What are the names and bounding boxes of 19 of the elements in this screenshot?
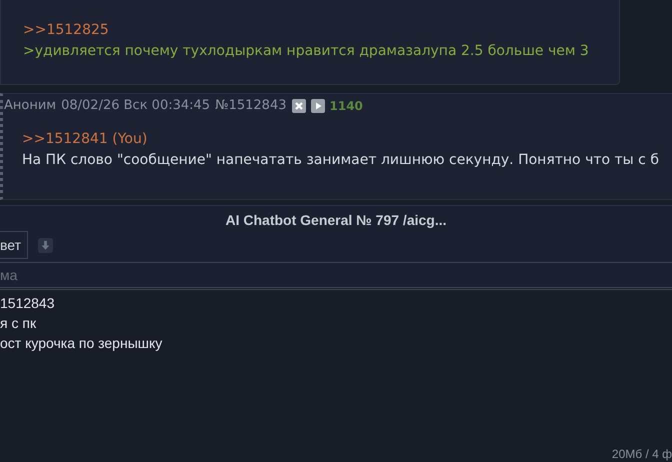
message-text: я с пк bbox=[0, 314, 38, 333]
post-number[interactable]: №1512843 bbox=[215, 98, 286, 113]
post-author: Аноним bbox=[4, 98, 56, 113]
subject-field[interactable]: ма bbox=[0, 262, 672, 290]
play-icon[interactable] bbox=[310, 98, 324, 112]
close-icon[interactable] bbox=[292, 98, 306, 112]
form-title: AI Chatbot General № 797 /aicg... bbox=[224, 211, 448, 228]
message-field[interactable]: 1512843 я с пк ост курочка по зернышку 20Мб / 4 ф bbox=[0, 290, 672, 462]
message-text: ост курочка по зернышку bbox=[0, 334, 164, 353]
message-text: 1512843 bbox=[0, 294, 56, 313]
post-date: 08/02/26 Вск 00:34:45 bbox=[61, 98, 210, 113]
reply-button[interactable]: вет bbox=[0, 231, 28, 259]
reply-link[interactable]: >>1512825 bbox=[23, 20, 109, 41]
post-count: 1140 bbox=[330, 98, 363, 112]
quote-text: >удивляется почему тухлодыркам нравится драмазалупа 2.5 больше чем 3 bbox=[23, 42, 590, 61]
file-limits: 20Мб / 4 ф bbox=[612, 447, 672, 461]
reply-link[interactable]: >>1512841 (You) bbox=[22, 129, 148, 150]
download-icon[interactable] bbox=[38, 238, 54, 252]
post-text: На ПК слово "сообщение" напечатать занимает лишнюю секунду. Понятно что ты с б bbox=[22, 151, 660, 170]
